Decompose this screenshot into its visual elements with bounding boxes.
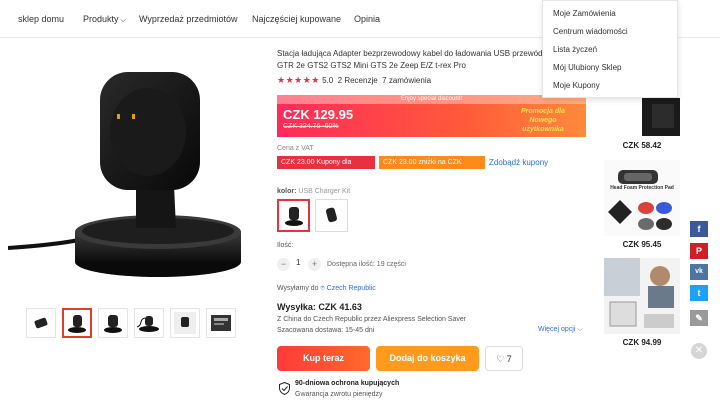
reviews-link[interactable]: 2 Recenzje [338,76,378,85]
promo-line-3: użytkownika [522,126,564,133]
buy-now-button[interactable]: Kup teraz [277,346,370,371]
protection-subtitle: Gwarancja zwrotu pieniędzy [295,391,383,398]
price-banner: Enjoy special discount! CZK 129.95 CZK 3… [277,95,586,137]
main-product-image[interactable] [8,60,258,285]
shipping-route: Z China do Czech Republic przez Aliexpre… [277,316,467,323]
old-price: CZK 324.76 [283,123,321,130]
color-label-key: kolor: [277,188,297,195]
recommended-product-3-price[interactable]: CZK 94.99 [604,338,680,347]
recommended-product-3-image[interactable] [604,258,680,334]
vk-share-icon[interactable]: vk [690,264,708,280]
quantity-label: Ilość: [277,242,294,249]
thumbnail-3[interactable] [98,308,128,338]
quantity-value[interactable]: 1 [296,258,300,267]
heart-icon: ♡ [496,354,505,364]
wishlist-button[interactable]: ♡ 7 [485,346,523,371]
coupon-for-you[interactable]: CZK 23.00 Kupony dla Ciebie [277,156,375,179]
edit-icon[interactable]: ✎ [690,310,708,326]
facebook-share-icon[interactable]: f [690,221,708,237]
chevron-down-icon: ⌵ [120,17,126,24]
add-to-cart-button[interactable]: Dodaj do koszyka [376,346,479,371]
get-coupons-link[interactable]: Zdobądź kupony [489,158,548,167]
available-quantity: Dostępna ilość: 19 części [327,261,406,268]
ship-to-country[interactable]: Czech Republic [327,285,376,292]
recommended-product-2-image[interactable] [604,160,680,236]
thumbnail-6[interactable] [206,308,236,338]
new-user-promo: Promocja dla Nowego użytkownika [507,107,579,134]
dropdown-item-favorite-store[interactable]: Mój Ulubiony Sklep [553,63,621,72]
thumbnail-5[interactable] [170,308,200,338]
location-pin-icon: ⌾ [320,285,325,292]
nav-item-bestsellers[interactable]: Najczęściej kupowane [252,14,341,24]
twitter-share-icon[interactable]: t [690,285,708,301]
promo-line-1: Promocja dla [521,108,565,115]
discount-percent: -60% [322,123,339,130]
nav-item-products[interactable]: Produkty ⌵ [83,14,126,25]
ship-to-label: Wysyłamy do [277,285,319,292]
wishlist-count: 7 [506,354,512,364]
shipping-estimate: Szacowana dostawa: 15-45 dni [277,327,375,334]
color-swatch-2[interactable] [315,199,348,232]
thumbnail-2[interactable] [62,308,92,338]
nav-item-home[interactable]: sklep domu [18,14,64,24]
rating-value: 5.0 [322,76,334,85]
dropdown-item-coupons[interactable]: Moje Kupony [553,81,600,90]
thumbnail-4[interactable] [134,308,164,338]
account-dropdown: Moje Zamówienia Centrum wiadomości Lista… [542,0,678,98]
ship-to-row: Wysyłamy do ⌾ Czech Republic [277,285,376,293]
rating-stars: ★★★★★ [277,75,320,85]
recommended-product-1-price[interactable]: CZK 58.42 [604,141,680,150]
nav-item-feedback[interactable]: Opinia [354,14,380,24]
more-shipping-options-link[interactable]: Więcej opcji ⌵ [538,326,583,334]
promo-line-2: Nowego [529,117,557,124]
quantity-decrease-button[interactable]: − [277,258,290,271]
close-icon[interactable]: ✕ [691,343,707,359]
recommended-product-2-price[interactable]: CZK 95.45 [604,240,680,249]
recommended-product-2-caption: Head Foam Protection Pad [610,185,674,191]
nav-item-sale[interactable]: Wyprzedaż przedmiotów [139,14,237,24]
color-label: kolor: USB Charger Kit [277,188,350,195]
protection-title: 90-dniowa ochrona kupujących [295,380,400,387]
shield-check-icon [279,382,290,395]
color-value: USB Charger Kit [298,188,351,195]
nav-item-products-label: Produkty [83,14,119,24]
vat-note: Cena z VAT [277,145,314,152]
quantity-increase-button[interactable]: + [308,258,321,271]
dropdown-item-orders[interactable]: Moje Zamówienia [553,9,616,18]
current-price: CZK 129.95 [283,107,354,122]
rating-row: ★★★★★ 5.0 2 Recenzje 7 zamówienia [277,75,431,86]
old-price-row: CZK 324.76 -60% [283,123,339,130]
coupon-threshold[interactable]: CZK 23.00 zniżki na CZK 483.00 [379,156,485,179]
thumbnail-1[interactable] [26,308,56,338]
discount-banner-text: Enjoy special discount! [277,95,586,104]
color-swatch-usb-charger-kit[interactable] [277,199,310,232]
pinterest-share-icon[interactable]: P [690,243,708,259]
dropdown-item-messages[interactable]: Centrum wiadomości [553,27,628,36]
orders-count: 7 zamówienia [382,76,432,85]
product-title: Stacja ładująca Adapter bezprzewodowy ka… [277,49,575,70]
recommended-product-1-image[interactable] [604,98,680,136]
shipping-cost: Wysyłka: CZK 41.63 [277,302,362,312]
dropdown-item-wishlist[interactable]: Lista życzeń [553,45,597,54]
